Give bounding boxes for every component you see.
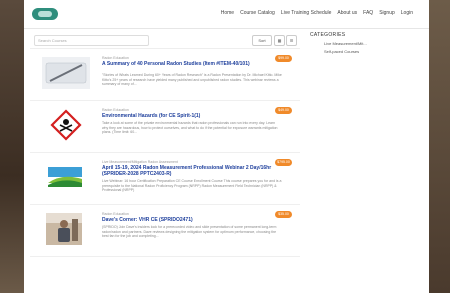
nav-course-catalog[interactable]: Course Catalog	[240, 10, 275, 16]
landscape-thumbnail	[42, 161, 90, 193]
background-right	[428, 0, 450, 293]
course-description: Take a look at some of the private envir…	[102, 121, 278, 134]
site-logo[interactable]	[32, 8, 58, 20]
list-view-icon[interactable]: ☰	[286, 35, 297, 46]
categories-title: CATEGORIES	[310, 32, 346, 38]
course-category: Radon Education	[102, 108, 129, 112]
nav-menu: Home Course Catalog Live Training Schedu…	[221, 10, 413, 16]
categories-sidebar: CATEGORIES Live Measurement/Mit... Self-…	[310, 32, 420, 54]
search-input[interactable]: Search Courses	[34, 35, 149, 46]
price-badge: $49.00	[275, 107, 292, 114]
course-description: Live Webinar: 16 hour Certification Prep…	[102, 179, 282, 192]
course-item[interactable]: Radon Education A Summary of 40 Personal…	[30, 49, 300, 101]
price-badge: $35.00	[275, 211, 292, 218]
nav-signup[interactable]: Signup	[379, 10, 395, 16]
grid-view-icon[interactable]: ▦	[274, 35, 285, 46]
course-title[interactable]: Dave's Corner: VHR CE (SPRIDO2471)	[102, 217, 272, 223]
course-title[interactable]: Environmental Hazards (for CE Spirit-1(1…	[102, 113, 272, 119]
course-item[interactable]: Live Measurement/Mitigation Radon Assess…	[30, 153, 300, 205]
course-description: "Stories of Whats Learned During 60+ Yea…	[102, 73, 282, 86]
course-title[interactable]: A Summary of 40 Personal Radon Studies (…	[102, 61, 272, 67]
course-title[interactable]: April 15-19, 2024 Radon Measurement Prof…	[102, 165, 272, 177]
course-category: Live Measurement/Mitigation Radon Assess…	[102, 160, 178, 164]
sort-button[interactable]: Sort	[252, 35, 272, 46]
course-item[interactable]: Radon Education Environmental Hazards (f…	[30, 101, 300, 153]
person-thumbnail	[46, 213, 82, 245]
nav-faq[interactable]: FAQ	[363, 10, 373, 16]
course-category: Radon Education	[102, 56, 129, 60]
hazard-sign-thumbnail	[42, 109, 90, 141]
course-item[interactable]: Radon Education Dave's Corner: VHR CE (S…	[30, 205, 300, 257]
price-badge: $99.00	[275, 55, 292, 62]
category-live-measurement[interactable]: Live Measurement/Mit...	[310, 41, 420, 46]
course-description: (SPRIDO) Join Dave's insiders look for a…	[102, 225, 277, 238]
nav-home[interactable]: Home	[221, 10, 234, 16]
course-category: Radon Education	[102, 212, 129, 216]
course-list-panel: Search Courses Sort ▦ ☰ Radon Education …	[30, 32, 300, 257]
top-navigation: Home Course Catalog Live Training Schedu…	[24, 0, 429, 29]
price-badge: $795.00	[275, 159, 292, 166]
nav-live-training[interactable]: Live Training Schedule	[281, 10, 332, 16]
category-self-paced[interactable]: Self-paced Courses	[310, 49, 420, 54]
nav-about[interactable]: About us	[337, 10, 357, 16]
course-toolbar: Search Courses Sort ▦ ☰	[30, 32, 300, 49]
browser-screen: Home Course Catalog Live Training Schedu…	[24, 0, 429, 293]
radon-meter-thumbnail	[42, 57, 90, 89]
nav-login[interactable]: Login	[401, 10, 413, 16]
